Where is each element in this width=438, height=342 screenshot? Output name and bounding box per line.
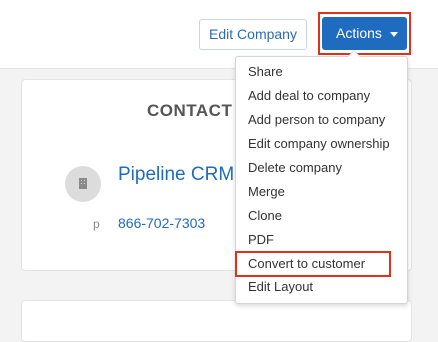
phone-label: p	[93, 217, 100, 231]
phone-link[interactable]: 866-702-7303	[118, 215, 205, 231]
menu-item-edit-layout[interactable]: Edit Layout	[248, 279, 313, 294]
edit-company-button[interactable]: Edit Company	[199, 19, 307, 50]
menu-item-add-person[interactable]: Add person to company	[248, 112, 385, 127]
building-icon	[79, 178, 87, 189]
menu-item-delete-company[interactable]: Delete company	[248, 160, 342, 175]
dropdown-arrow	[347, 50, 361, 57]
menu-item-merge[interactable]: Merge	[248, 184, 285, 199]
menu-item-pdf[interactable]: PDF	[248, 232, 274, 247]
convert-to-customer-highlight	[235, 251, 391, 277]
actions-button-label: Actions	[336, 25, 382, 41]
company-avatar	[65, 166, 101, 202]
caret-down-icon	[390, 32, 398, 37]
card-title: CONTACT	[147, 101, 233, 120]
company-name-link[interactable]: Pipeline CRM	[118, 164, 234, 186]
menu-item-share[interactable]: Share	[248, 64, 283, 79]
menu-item-edit-ownership[interactable]: Edit company ownership	[248, 136, 390, 151]
actions-button[interactable]: Actions	[322, 17, 407, 50]
menu-item-clone[interactable]: Clone	[248, 208, 282, 223]
menu-item-add-deal[interactable]: Add deal to company	[248, 88, 370, 103]
secondary-card	[21, 300, 412, 342]
